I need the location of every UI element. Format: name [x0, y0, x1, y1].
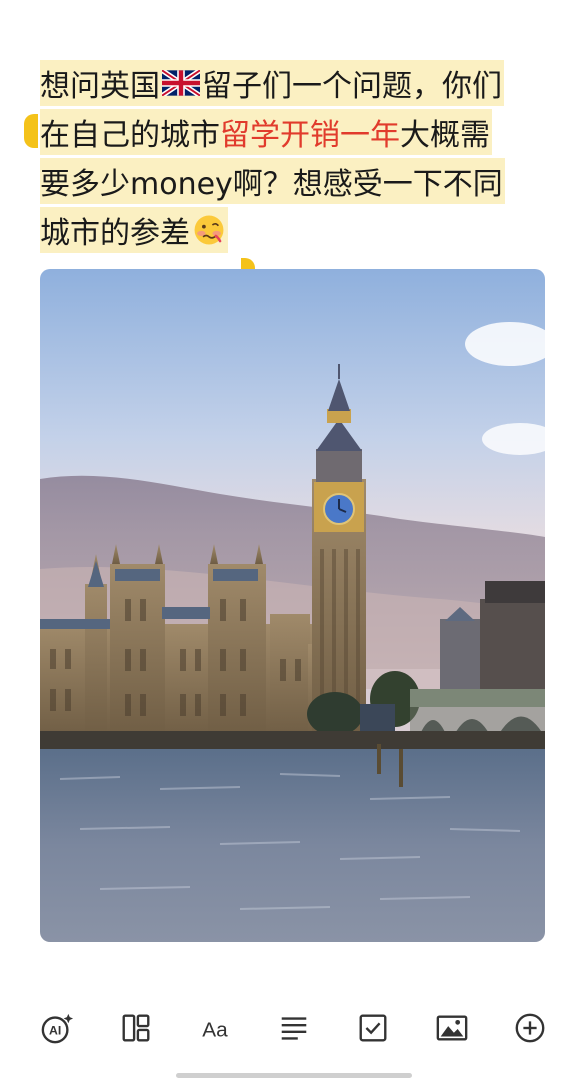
- add-icon: [516, 1013, 545, 1043]
- text-segment: 想问英国: [40, 68, 160, 104]
- text-format-icon: Aa: [202, 1019, 228, 1042]
- text-segment: 留子们一个问题，你们: [202, 68, 502, 104]
- text-segment: 城市的参差: [40, 215, 190, 251]
- note-line-2: 在自己的城市 留学开销一年 大概需: [40, 107, 552, 156]
- ai-icon-label: AI: [49, 1024, 61, 1038]
- editor-toolbar: AI Aa: [0, 990, 588, 1066]
- woozy-face-icon: [194, 215, 224, 244]
- layout-icon: [122, 1014, 150, 1042]
- ai-assistant-icon: AI: [42, 1013, 74, 1044]
- emphasis-text: 留学开销一年: [220, 117, 400, 153]
- note-line-4: 城市的参差: [40, 205, 552, 254]
- text-segment: 大概需: [400, 117, 490, 153]
- text-format-button[interactable]: Aa: [192, 1005, 238, 1051]
- layout-button[interactable]: [113, 1005, 159, 1051]
- insert-image-button[interactable]: [429, 1005, 475, 1051]
- text-segment: 要多少money啊？想感受一下不同: [40, 166, 503, 202]
- uk-flag-icon: [162, 69, 200, 96]
- text-format-label: Aa: [202, 1019, 228, 1042]
- selection-start-handle[interactable]: [24, 114, 38, 148]
- highlighted-text: 在自己的城市 留学开销一年 大概需: [40, 108, 492, 155]
- note-body[interactable]: 想问英国 留子们一个问题，你们 在自己的城市 留学开销一年 大概需 要多少mon…: [40, 58, 552, 254]
- home-indicator[interactable]: [176, 1073, 412, 1078]
- note-line-3: 要多少money啊？想感受一下不同: [40, 156, 552, 205]
- highlighted-text: 城市的参差: [40, 206, 228, 253]
- checkbox-icon: [359, 1014, 387, 1042]
- paragraph-icon: [281, 1017, 307, 1040]
- note-line-1: 想问英国 留子们一个问题，你们: [40, 58, 552, 107]
- add-button[interactable]: [507, 1005, 553, 1051]
- image-icon: [436, 1015, 467, 1041]
- text-segment: 在自己的城市: [40, 117, 220, 153]
- big-ben-photo[interactable]: [40, 269, 545, 942]
- highlighted-text: 想问英国 留子们一个问题，你们: [40, 59, 504, 106]
- highlighted-text: 要多少money啊？想感受一下不同: [40, 157, 505, 204]
- paragraph-button[interactable]: [271, 1005, 317, 1051]
- checklist-button[interactable]: [350, 1005, 396, 1051]
- ai-assistant-button[interactable]: AI: [34, 1005, 80, 1051]
